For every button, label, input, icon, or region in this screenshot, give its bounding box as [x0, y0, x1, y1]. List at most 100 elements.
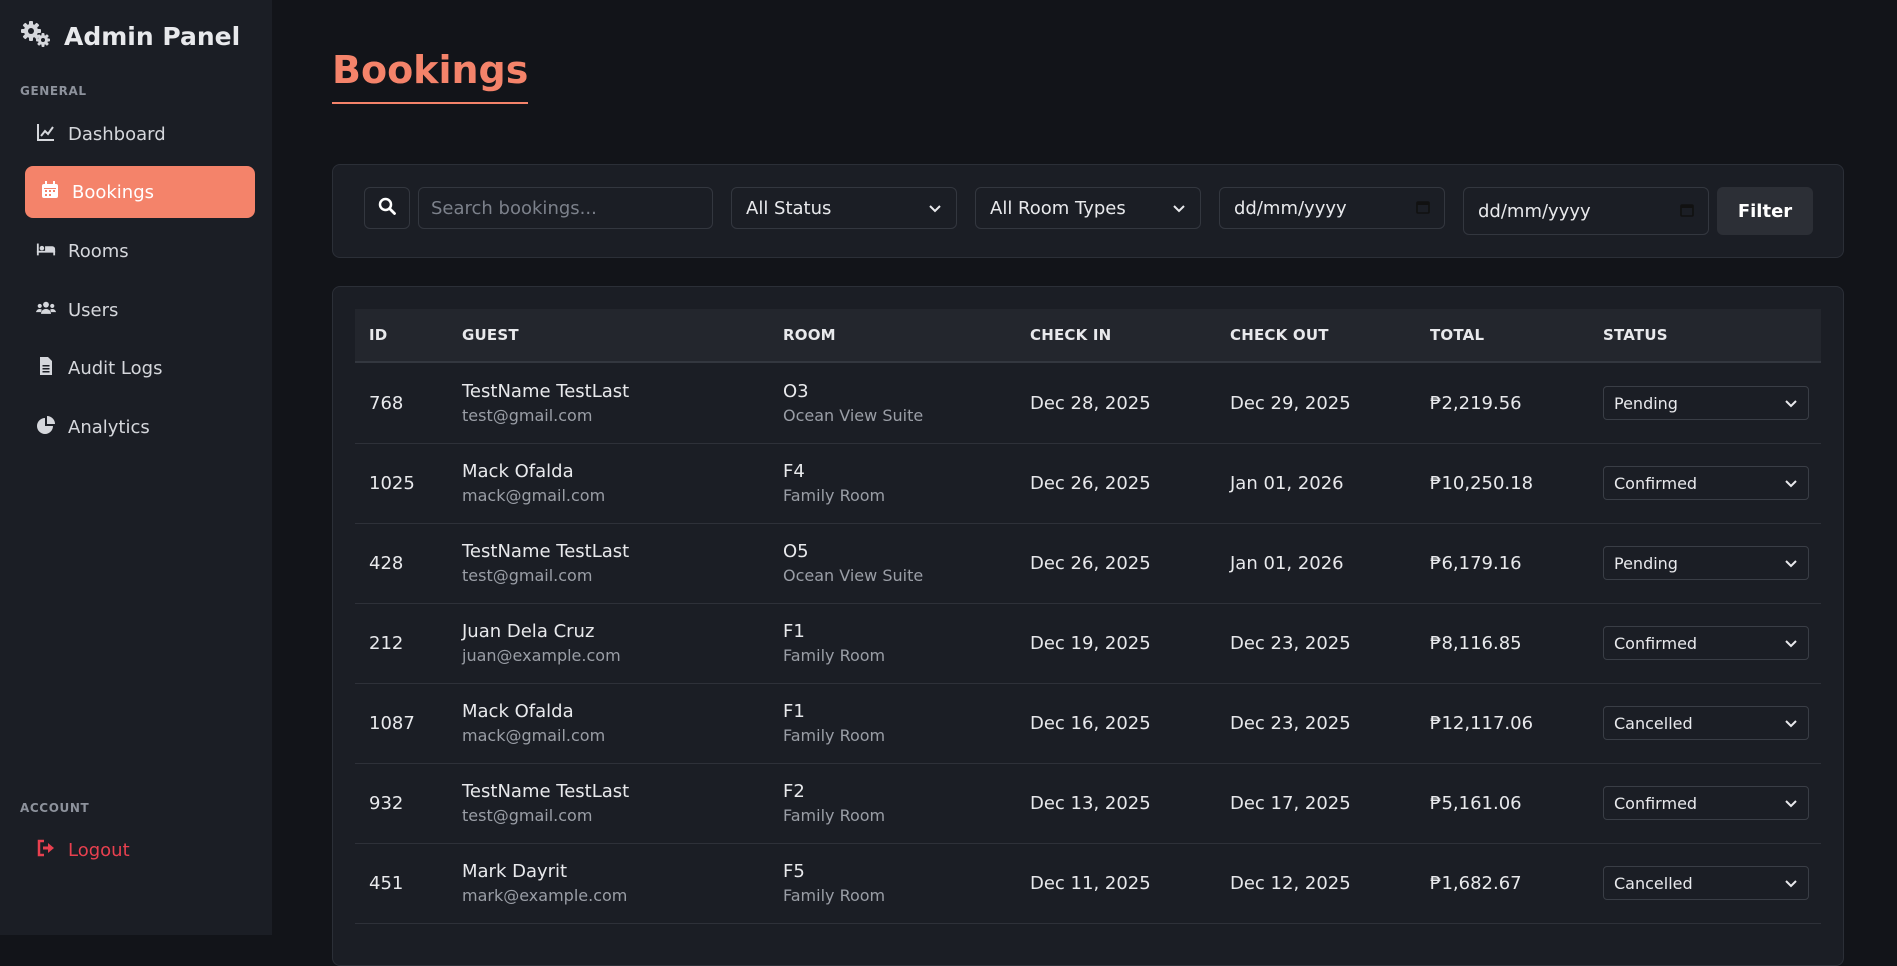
booking-id-cell: 768 — [369, 363, 403, 443]
table-row[interactable]: 212 Juan Dela Cruz juan@example.com F1 Famil… — [355, 603, 1821, 684]
room-type-filter-value: All Room Types — [990, 197, 1126, 219]
booking-id: 932 — [369, 792, 404, 814]
sidebar-item-rooms[interactable]: Rooms — [26, 225, 256, 277]
search-button[interactable] — [364, 187, 410, 229]
room-type: Ocean View Suite — [783, 406, 924, 425]
column-header-room[interactable]: ROOM — [783, 309, 836, 361]
room-code: F1 — [783, 621, 805, 642]
total-cell: ₱12,117.06 — [1430, 683, 1533, 763]
status-select[interactable]: Confirmed — [1603, 786, 1809, 820]
status-select[interactable]: Pending — [1603, 546, 1809, 580]
chevron-down-icon — [1784, 394, 1798, 413]
date-from-placeholder: dd/mm/yyyy — [1234, 197, 1347, 219]
booking-total: ₱8,116.85 — [1430, 632, 1522, 654]
date-to-placeholder: dd/mm/yyyy — [1478, 200, 1591, 222]
search-input[interactable] — [418, 187, 713, 229]
table-row[interactable]: 428 TestName TestLast test@gmail.com O5 Ocea… — [355, 523, 1821, 604]
status-select[interactable]: Cancelled — [1603, 866, 1809, 900]
column-header-check-out[interactable]: CHECK OUT — [1230, 309, 1329, 361]
sidebar-item-bookings[interactable]: Bookings — [25, 166, 255, 218]
chevron-down-icon — [928, 198, 942, 219]
date-to-input[interactable]: dd/mm/yyyy — [1463, 187, 1709, 235]
room-type: Family Room — [783, 886, 886, 905]
chevron-down-icon — [1784, 874, 1798, 893]
calendar-icon[interactable] — [1416, 198, 1430, 219]
check-out-cell: Dec 29, 2025 — [1230, 363, 1351, 443]
sidebar-item-users[interactable]: Users — [26, 284, 256, 336]
sidebar-item-analytics[interactable]: Analytics — [26, 401, 256, 453]
total-cell: ₱10,250.18 — [1430, 443, 1533, 523]
status-value: Cancelled — [1614, 713, 1693, 733]
booking-id: 1025 — [369, 472, 415, 494]
status-select[interactable]: Confirmed — [1603, 466, 1809, 500]
logout-button[interactable]: Logout — [26, 824, 256, 876]
room-type: Family Room — [783, 646, 886, 665]
table-row[interactable]: 1025 Mack Ofalda mack@gmail.com F4 Family Ro… — [355, 443, 1821, 524]
booking-id: 451 — [369, 872, 404, 894]
check-out-date: Jan 01, 2026 — [1230, 472, 1344, 494]
total-cell: ₱6,179.16 — [1430, 523, 1522, 603]
column-header-id[interactable]: ID — [369, 309, 387, 361]
status-value: Confirmed — [1614, 633, 1698, 653]
guest-name: TestName TestLast — [462, 381, 630, 402]
status-select[interactable]: Pending — [1603, 386, 1809, 420]
calendar-icon — [40, 180, 60, 205]
sidebar-item-audit-logs[interactable]: Audit Logs — [26, 342, 256, 394]
status-select[interactable]: Confirmed — [1603, 626, 1809, 660]
room-code: F4 — [783, 461, 805, 482]
guest-email: test@gmail.com — [462, 806, 593, 825]
guest-email: juan@example.com — [462, 646, 621, 665]
booking-total: ₱12,117.06 — [1430, 712, 1534, 734]
room-type: Family Room — [783, 486, 886, 505]
room-code: F2 — [783, 781, 805, 802]
chart-line-icon — [36, 122, 56, 147]
gears-icon — [20, 20, 52, 52]
booking-id: 428 — [369, 552, 404, 574]
room-code: O5 — [783, 541, 809, 562]
room-cell: F4 Family Room — [783, 443, 885, 523]
booking-total: ₱6,179.16 — [1430, 552, 1522, 574]
chevron-down-icon — [1172, 198, 1186, 219]
bed-icon — [36, 239, 56, 264]
check-out-cell: Dec 23, 2025 — [1230, 603, 1351, 683]
chevron-down-icon — [1784, 634, 1798, 653]
room-type: Family Room — [783, 726, 886, 745]
section-label-general: GENERAL — [20, 84, 87, 98]
filter-button[interactable]: Filter — [1717, 187, 1813, 235]
date-from-input[interactable]: dd/mm/yyyy — [1219, 187, 1445, 229]
status-value: Confirmed — [1614, 793, 1698, 813]
guest-cell: TestName TestLast test@gmail.com — [462, 363, 629, 443]
calendar-icon[interactable] — [1680, 201, 1694, 222]
chevron-down-icon — [1784, 714, 1798, 733]
table-row[interactable]: 768 TestName TestLast test@gmail.com O3 Ocea… — [355, 363, 1821, 444]
check-in-cell: Dec 11, 2025 — [1030, 843, 1151, 923]
room-type-filter-select[interactable]: All Room Types — [975, 187, 1201, 229]
column-header-guest[interactable]: GUEST — [462, 309, 519, 361]
status-value: Cancelled — [1614, 873, 1693, 893]
users-icon — [36, 298, 56, 323]
check-out-cell: Dec 17, 2025 — [1230, 763, 1351, 843]
table-row[interactable]: 451 Mark Dayrit mark@example.com F5 Family R… — [355, 843, 1821, 924]
column-header-check-in[interactable]: CHECK IN — [1030, 309, 1111, 361]
booking-total: ₱1,682.67 — [1430, 872, 1522, 894]
brand[interactable]: Admin Panel — [20, 20, 240, 52]
table-row[interactable]: 932 TestName TestLast test@gmail.com F2 Fami… — [355, 763, 1821, 844]
column-header-total[interactable]: TOTAL — [1430, 309, 1484, 361]
check-out-date: Dec 23, 2025 — [1230, 712, 1351, 734]
brand-title: Admin Panel — [64, 21, 241, 51]
chevron-down-icon — [1784, 554, 1798, 573]
status-select[interactable]: Cancelled — [1603, 706, 1809, 740]
status-value: Confirmed — [1614, 473, 1698, 493]
status-value: Pending — [1614, 553, 1678, 573]
check-out-cell: Dec 23, 2025 — [1230, 683, 1351, 763]
chevron-down-icon — [1784, 794, 1798, 813]
total-cell: ₱5,161.06 — [1430, 763, 1522, 843]
sidebar-item-dashboard[interactable]: Dashboard — [26, 108, 256, 160]
status-filter-select[interactable]: All Status — [731, 187, 957, 229]
sidebar: Admin Panel GENERAL Dashboard Bookings R… — [0, 0, 272, 935]
table-row[interactable]: 1087 Mack Ofalda mack@gmail.com F1 Family Ro… — [355, 683, 1821, 764]
column-header-status[interactable]: STATUS — [1603, 309, 1668, 361]
logout-icon — [36, 838, 56, 863]
check-in-cell: Dec 13, 2025 — [1030, 763, 1151, 843]
check-in-date: Dec 11, 2025 — [1030, 872, 1151, 894]
